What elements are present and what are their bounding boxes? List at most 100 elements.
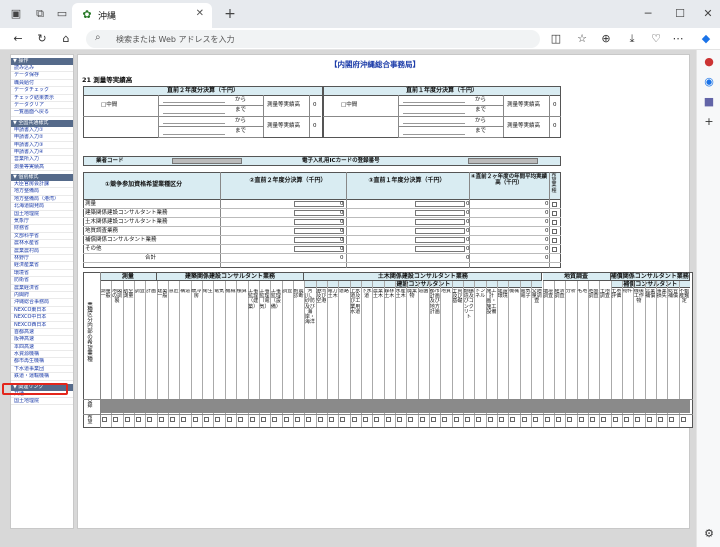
sidebar-link[interactable]: 防衛省	[11, 277, 73, 285]
subcategory-wish-checkbox[interactable]	[374, 417, 380, 422]
favorite-icon[interactable]: ☆	[574, 31, 590, 47]
date-field[interactable]	[403, 97, 465, 103]
subcategory-wish-checkbox[interactable]	[533, 417, 539, 422]
sidebar-link[interactable]: 環境省	[11, 270, 73, 278]
subcategory-wish-checkbox[interactable]	[476, 417, 482, 422]
back-icon[interactable]: ←	[10, 31, 26, 47]
subcategory-wish-checkbox[interactable]	[124, 417, 130, 422]
date-field[interactable]	[403, 118, 465, 124]
more-icon[interactable]: ⋯	[670, 31, 686, 47]
sidebar-link[interactable]: 農業農村局	[11, 248, 73, 255]
prev2-amount-input[interactable]	[294, 210, 344, 216]
subcategory-wish-checkbox[interactable]	[328, 417, 334, 422]
subcategory-wish-checkbox[interactable]	[453, 417, 459, 422]
sidebar-link[interactable]: 読み込み	[11, 65, 73, 73]
search-panel-icon[interactable]: ●	[701, 54, 717, 70]
extension-icon[interactable]: ♡	[648, 31, 664, 47]
collections-icon[interactable]: ⊕	[598, 31, 614, 47]
subcategory-wish-checkbox[interactable]	[589, 417, 595, 422]
subcategory-wish-checkbox[interactable]	[226, 417, 232, 422]
subcategory-wish-checkbox[interactable]	[170, 417, 176, 422]
subcategory-wish-checkbox[interactable]	[567, 417, 573, 422]
prev1-amount-input[interactable]	[415, 246, 465, 252]
middle-checkbox-label[interactable]: □中間	[101, 102, 117, 109]
sidebar-link[interactable]: 測量等実績高	[11, 164, 73, 172]
subcategory-wish-checkbox[interactable]	[680, 417, 686, 422]
date-field[interactable]	[403, 128, 465, 135]
subcategory-wish-checkbox[interactable]	[657, 417, 663, 422]
prev1-amount-input[interactable]	[415, 219, 465, 225]
subcategory-wish-checkbox[interactable]	[521, 417, 527, 422]
wish-checkbox[interactable]	[552, 228, 557, 234]
subcategory-wish-checkbox[interactable]	[181, 417, 187, 422]
prev2-amount-input[interactable]	[294, 228, 344, 234]
subcategory-wish-checkbox[interactable]	[646, 417, 652, 422]
sidebar-link[interactable]: NEXCO中日本	[11, 314, 73, 322]
subcategory-wish-checkbox[interactable]	[612, 417, 618, 422]
minimize-icon[interactable]: ─	[640, 6, 656, 22]
date-field[interactable]	[403, 107, 465, 114]
vendor-code-field[interactable]	[172, 158, 242, 164]
date-field[interactable]	[163, 97, 225, 103]
date-field[interactable]	[163, 118, 225, 124]
maximize-icon[interactable]: ☐	[672, 6, 688, 22]
ic-card-field[interactable]	[468, 158, 538, 164]
sidebar-link[interactable]: 国土地理院	[11, 211, 73, 219]
subcategory-wish-checkbox[interactable]	[397, 417, 402, 422]
subcategory-wish-checkbox[interactable]	[544, 417, 550, 422]
sidebar-link[interactable]: 気象庁	[11, 218, 73, 226]
subcategory-wish-checkbox[interactable]	[147, 417, 153, 422]
wish-checkbox[interactable]	[552, 246, 557, 252]
refresh-icon[interactable]: ↻	[34, 31, 50, 47]
settings-gear-icon[interactable]: ⚙	[701, 526, 717, 542]
subcategory-wish-checkbox[interactable]	[601, 417, 607, 422]
sidebar-link[interactable]: 水資源機構	[11, 351, 73, 359]
browser-tab[interactable]: ✿ 沖縄 ✕	[72, 3, 212, 28]
subcategory-wish-checkbox[interactable]	[249, 417, 255, 422]
subcategory-wish-checkbox[interactable]	[555, 417, 561, 422]
wish-checkbox[interactable]	[552, 201, 557, 207]
copilot-icon[interactable]: ◆	[698, 31, 714, 47]
sidebar-link[interactable]: 一覧画面へ戻る	[11, 109, 73, 117]
subcategory-wish-checkbox[interactable]	[499, 417, 505, 422]
download-icon[interactable]: ⤓	[624, 31, 640, 47]
sidebar-link[interactable]: データチェック	[11, 87, 73, 95]
subcategory-wish-checkbox[interactable]	[102, 417, 107, 422]
sidebar-link[interactable]: 営業所入力	[11, 156, 73, 164]
subcategory-wish-checkbox[interactable]	[669, 417, 675, 422]
sidebar-link[interactable]: 本四高速	[11, 344, 73, 352]
subcategory-wish-checkbox[interactable]	[215, 417, 221, 422]
wish-checkbox[interactable]	[552, 219, 557, 225]
subcategory-wish-checkbox[interactable]	[294, 417, 300, 422]
workspaces-icon[interactable]: ⧉	[32, 6, 48, 22]
prev2-amount-input[interactable]	[294, 201, 344, 207]
subcategory-wish-checkbox[interactable]	[136, 417, 142, 422]
sidebar-link[interactable]: 北海道開発局	[11, 203, 73, 211]
sidebar-link[interactable]: チェック結果表示	[11, 95, 73, 102]
subcategory-wish-checkbox[interactable]	[487, 417, 493, 422]
wish-checkbox[interactable]	[552, 237, 557, 243]
subcategory-wish-checkbox[interactable]	[317, 417, 323, 422]
outlook-icon[interactable]: ◉	[701, 74, 717, 90]
split-screen-icon[interactable]: ◫	[548, 31, 564, 47]
subcategory-wish-checkbox[interactable]	[158, 417, 164, 422]
sidebar-link[interactable]: 大臣官房会計課	[11, 181, 73, 189]
prev2-amount-input[interactable]	[294, 219, 344, 225]
subcategory-wish-checkbox[interactable]	[385, 417, 391, 422]
sidebar-link[interactable]: 国土地理院	[11, 398, 73, 406]
subcategory-wish-checkbox[interactable]	[306, 417, 312, 422]
subcategory-wish-checkbox[interactable]	[510, 417, 516, 422]
subcategory-wish-checkbox[interactable]	[283, 417, 289, 422]
subcategory-wish-checkbox[interactable]	[362, 417, 368, 422]
date-field[interactable]	[163, 128, 225, 135]
sidebar-link[interactable]: データクリア	[11, 102, 73, 110]
sidebar-link[interactable]: 地方整備局（港湾）	[11, 196, 73, 204]
sidebar-link[interactable]: 農林水産省	[11, 240, 73, 248]
profile-icon[interactable]: ▣	[8, 6, 24, 22]
sidebar-link[interactable]: 経済産業省	[11, 262, 73, 270]
wish-checkbox[interactable]	[552, 210, 557, 216]
sidebar-link[interactable]: 農業経済省	[11, 285, 73, 292]
subcategory-wish-checkbox[interactable]	[635, 417, 641, 422]
sidebar-link[interactable]: 首都高速	[11, 329, 73, 337]
close-window-icon[interactable]: ✕	[700, 6, 716, 22]
